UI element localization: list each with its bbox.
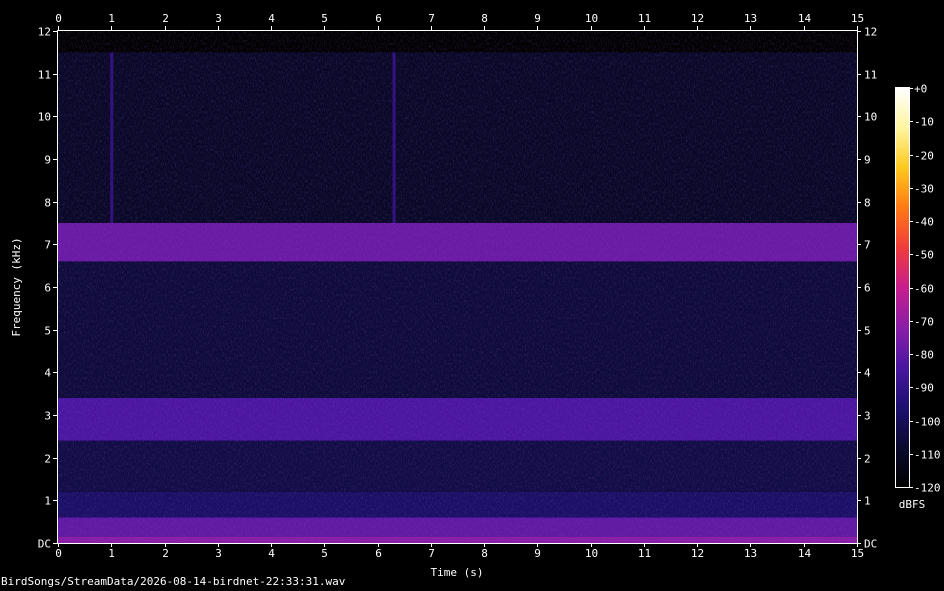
- x-tick-label-top: 8: [481, 12, 488, 25]
- y-tick-label-left: DC: [38, 538, 51, 551]
- x-tick-label-bottom: 7: [428, 547, 435, 560]
- y-tick-label-left: 3: [44, 410, 51, 423]
- y-tick-label-right: 3: [864, 410, 871, 423]
- colorbar-label: dBFS: [899, 498, 926, 511]
- y-tick-label-right: 7: [864, 239, 871, 252]
- y-tick-label-right: 11: [864, 69, 877, 82]
- y-tick-label-right: 9: [864, 154, 871, 167]
- y-tick-label-left: 1: [44, 495, 51, 508]
- x-tick-label-bottom: 6: [375, 547, 382, 560]
- x-tick-label-top: 11: [638, 12, 651, 25]
- colorbar-tick-label: -50: [914, 249, 934, 262]
- colorbar: +0 -10 -20 -30 -40 -50 -60 -70 -80 -90 -100 -110 -12…: [895, 83, 941, 495]
- x-tick-label-top: 4: [268, 12, 275, 25]
- x-tick-label-top: 2: [162, 12, 169, 25]
- colorbar-tick-label: -110: [914, 449, 941, 462]
- x-tick-label-bottom: 4: [268, 547, 275, 560]
- colorbar-tick-label: -20: [914, 150, 934, 163]
- y-tick-label-left: 6: [44, 282, 51, 295]
- colorbar-gradient: [896, 88, 909, 487]
- x-tick-label-bottom: 11: [638, 547, 651, 560]
- x-tick-label-top: 9: [534, 12, 541, 25]
- x-tick-label-top: 12: [691, 12, 704, 25]
- y-tick-label-right: 2: [864, 453, 871, 466]
- x-tick-label-top: 3: [215, 12, 222, 25]
- spectrogram-chart: 0011223344556677889910101111121213131414…: [10, 12, 941, 579]
- x-tick-label-top: 6: [375, 12, 382, 25]
- y-tick-label-left: 12: [38, 26, 51, 39]
- x-tick-label-top: 7: [428, 12, 435, 25]
- colorbar-tick-label: -10: [914, 116, 934, 129]
- colorbar-tick-label: -40: [914, 216, 934, 229]
- x-axis-label: Time (s): [431, 566, 484, 579]
- x-tick-label-top: 14: [798, 12, 812, 25]
- x-tick-label-bottom: 3: [215, 547, 222, 560]
- colorbar-tick-label: +0: [914, 83, 927, 96]
- x-tick-label-bottom: 0: [55, 547, 62, 560]
- colorbar-tick-label: -70: [914, 316, 934, 329]
- y-tick-label-right: DC: [864, 538, 877, 551]
- x-tick-label-bottom: 8: [481, 547, 488, 560]
- noise-texture: [58, 31, 857, 543]
- x-tick-label-bottom: 10: [585, 547, 598, 560]
- transient-0: [110, 52, 114, 224]
- x-tick-label-top: 10: [585, 12, 598, 25]
- x-tick-label-bottom: 2: [162, 547, 169, 560]
- x-tick-label-bottom: 15: [851, 547, 864, 560]
- y-tick-label-left: 5: [44, 325, 51, 338]
- x-tick-label-top: 1: [108, 12, 115, 25]
- x-tick-label-top: 15: [851, 12, 864, 25]
- x-tick-label-top: 5: [321, 12, 328, 25]
- colorbar-tick-label: -100: [914, 416, 941, 429]
- colorbar-tick-label: -30: [914, 183, 934, 196]
- x-tick-label-bottom: 12: [691, 547, 704, 560]
- x-tick-label-bottom: 1: [108, 547, 115, 560]
- y-axis-label: Frequency (kHz): [10, 237, 23, 336]
- x-tick-label-top: 13: [744, 12, 757, 25]
- y-tick-label-left: 4: [44, 367, 51, 380]
- y-tick-label-left: 10: [38, 111, 51, 124]
- y-tick-label-left: 7: [44, 239, 51, 252]
- y-tick-label-left: 2: [44, 453, 51, 466]
- x-tick-label-bottom: 9: [534, 547, 541, 560]
- x-tick-label-bottom: 13: [744, 547, 757, 560]
- y-tick-label-right: 6: [864, 282, 871, 295]
- y-tick-label-right: 5: [864, 325, 871, 338]
- y-tick-label-left: 11: [38, 69, 51, 82]
- y-tick-label-right: 10: [864, 111, 877, 124]
- x-tick-label-bottom: 5: [321, 547, 328, 560]
- colorbar-tick-label: -60: [914, 283, 934, 296]
- y-tick-label-left: 8: [44, 197, 51, 210]
- x-tick-label-top: 0: [55, 12, 62, 25]
- colorbar-tick-label: -90: [914, 382, 934, 395]
- file-path-caption: BirdSongs/StreamData/2026-08-14-birdnet-…: [1, 575, 346, 588]
- y-tick-label-left: 9: [44, 154, 51, 167]
- y-tick-label-right: 4: [864, 367, 871, 380]
- y-tick-label-right: 8: [864, 197, 871, 210]
- y-tick-label-right: 1: [864, 495, 871, 508]
- colorbar-tick-label: -120: [914, 482, 941, 495]
- x-tick-label-bottom: 14: [798, 547, 812, 560]
- y-tick-label-right: 12: [864, 26, 877, 39]
- colorbar-tick-label: -80: [914, 349, 934, 362]
- transient-1: [392, 52, 396, 224]
